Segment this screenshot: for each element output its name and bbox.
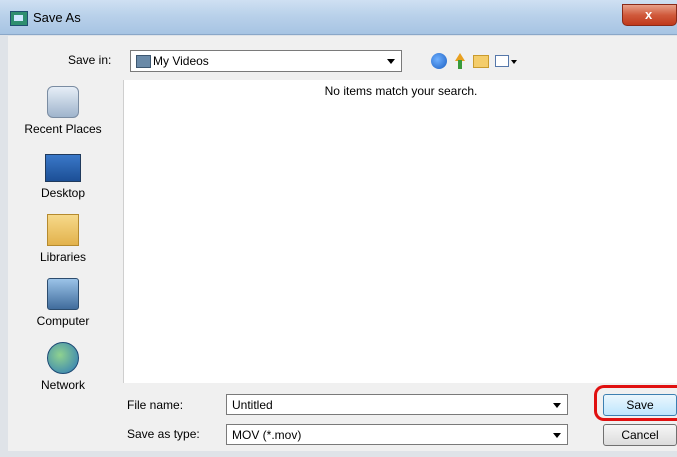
file-list[interactable]: No items match your search.: [123, 80, 677, 383]
dialog-icon: [10, 11, 28, 26]
save-as-dialog: Save As x Save in: My Videos Recent Plac…: [0, 0, 677, 457]
place-label: Libraries: [39, 250, 87, 264]
save-in-label: Save in:: [68, 53, 112, 67]
empty-message: No items match your search.: [324, 84, 478, 98]
desktop-icon: [45, 154, 81, 182]
place-label: Recent Places: [24, 122, 102, 136]
new-folder-icon[interactable]: [473, 55, 489, 68]
save-type-dropdown[interactable]: MOV (*.mov): [226, 424, 568, 445]
save-button-highlight: [594, 385, 677, 421]
chevron-down-icon: [553, 433, 561, 438]
close-button[interactable]: x: [622, 4, 677, 26]
title-bar[interactable]: Save As x: [0, 0, 677, 35]
cancel-button[interactable]: Cancel: [603, 424, 677, 446]
save-in-value: My Videos: [153, 54, 209, 68]
computer-icon: [47, 278, 79, 310]
folder-icon: [136, 55, 151, 68]
chevron-down-icon: [387, 59, 395, 64]
place-desktop[interactable]: Desktop: [8, 150, 118, 200]
place-network[interactable]: Network: [8, 342, 118, 392]
place-label: Network: [40, 378, 85, 392]
back-icon[interactable]: [431, 53, 447, 69]
place-recent-places[interactable]: Recent Places: [8, 86, 118, 136]
place-libraries[interactable]: Libraries: [8, 214, 118, 264]
place-label: Computer: [36, 314, 90, 328]
save-type-label: Save as type:: [127, 427, 200, 441]
dialog-title: Save As: [33, 10, 81, 25]
save-type-value: MOV (*.mov): [232, 428, 302, 442]
network-icon: [47, 342, 79, 374]
save-in-dropdown[interactable]: My Videos: [130, 50, 402, 72]
libraries-icon: [47, 214, 79, 246]
file-name-input[interactable]: Untitled: [226, 394, 568, 415]
chevron-down-icon[interactable]: [553, 403, 561, 408]
dialog-body: Save in: My Videos Recent Places Desktop…: [8, 36, 677, 451]
file-name-label: File name:: [127, 398, 184, 412]
view-menu-icon[interactable]: [495, 55, 509, 67]
close-icon: x: [645, 7, 653, 22]
file-name-value: Untitled: [232, 398, 273, 412]
place-computer[interactable]: Computer: [8, 278, 118, 328]
places-bar: Recent Places Desktop Libraries Computer…: [8, 80, 118, 444]
recent-places-icon: [47, 86, 79, 118]
place-label: Desktop: [40, 186, 86, 200]
up-folder-icon[interactable]: [452, 53, 468, 69]
view-menu-chevron-icon[interactable]: [511, 60, 517, 64]
